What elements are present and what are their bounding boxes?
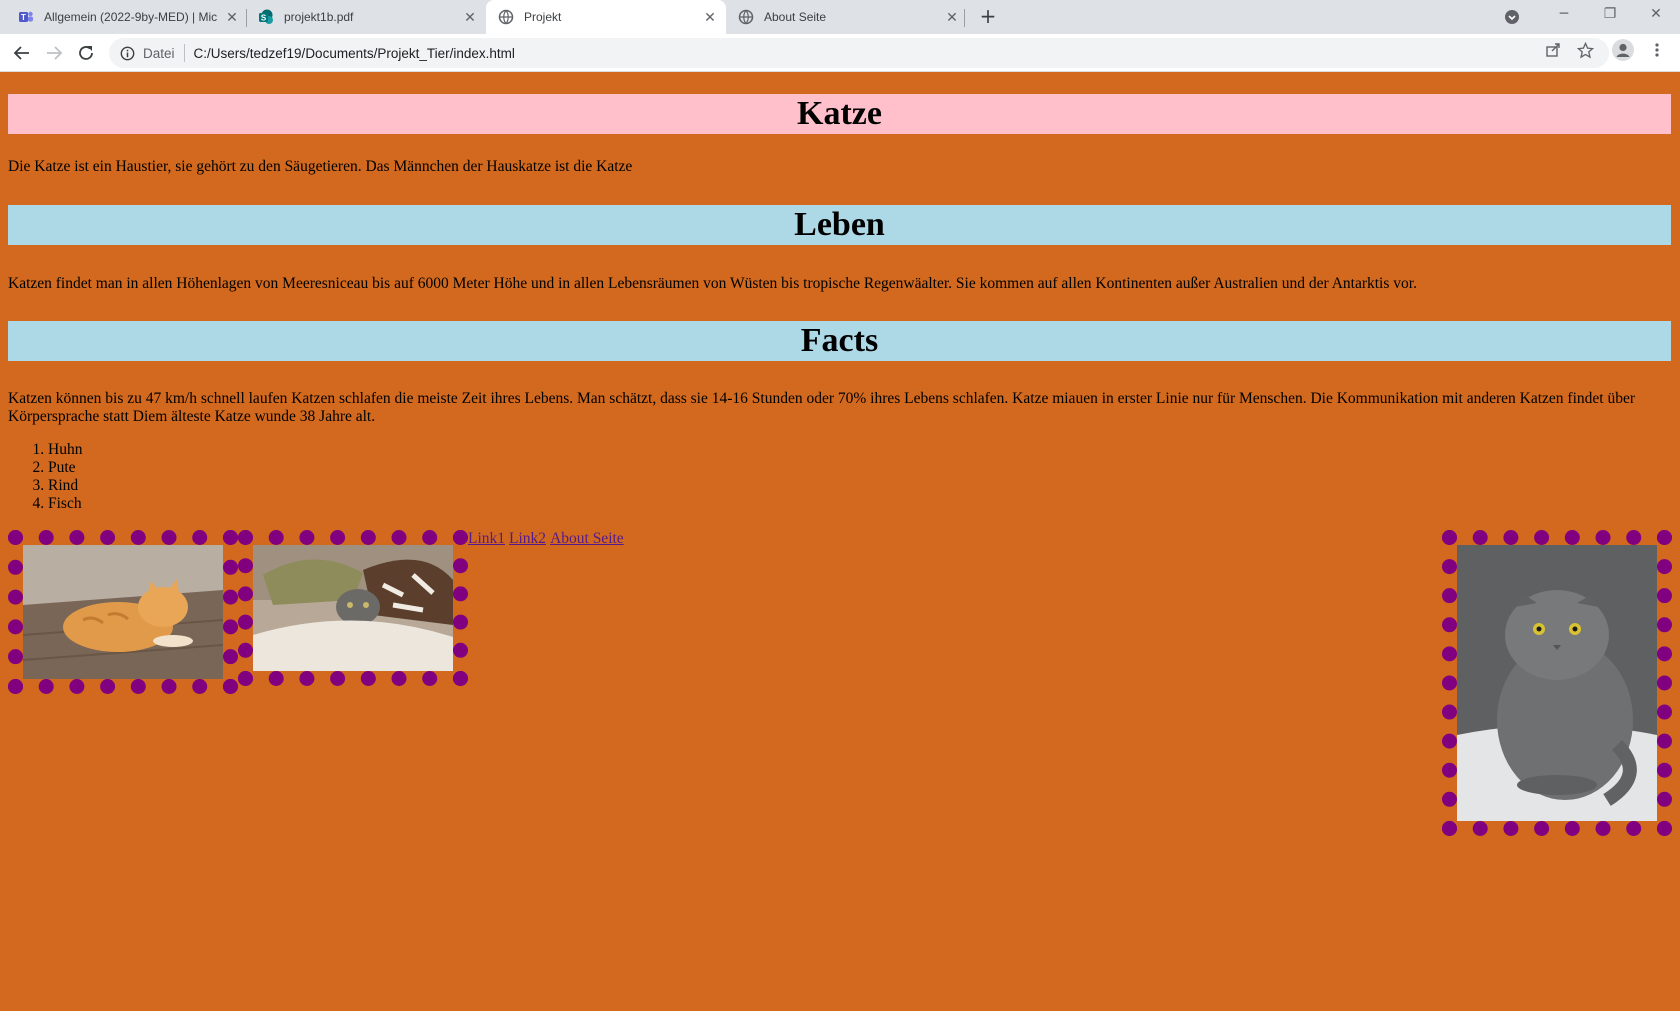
new-tab-button[interactable]: + [977,6,999,28]
tab-teams[interactable]: T Allgemein (2022-9by-MED) | Mic ✕ [18,0,240,34]
forward-arrow-icon [47,46,63,60]
grey-cat-image [1442,530,1672,836]
url-text[interactable]: C:/Users/tedzef19/Documents/Projekt_Tier… [194,46,515,61]
tab-title: Allgemein (2022-9by-MED) | Mic [44,10,218,24]
list-item: Rind [48,477,82,495]
svg-text:T: T [21,13,26,22]
close-window-button[interactable]: ✕ [1633,0,1679,30]
globe-icon [738,9,754,25]
globe-icon [498,9,514,25]
menu-kebab-icon[interactable] [1648,41,1666,59]
teams-icon: T [18,9,34,25]
paragraph-leben: Katzen findet man in allen Höhenlagen vo… [8,275,1417,292]
bookmark-star-icon[interactable] [1576,41,1594,59]
about-seite-link[interactable]: About Seite [550,530,624,547]
web-page: Katze Die Katze ist ein Haustier, sie ge… [0,72,1680,1011]
info-icon[interactable] [119,45,135,61]
close-icon[interactable]: ✕ [702,9,718,25]
sharepoint-icon: S [258,9,274,25]
tab-separator [964,9,965,27]
list-item: Fisch [48,495,82,513]
orange-cat-image [8,530,238,694]
tab-pdf[interactable]: S projekt1b.pdf ✕ [258,0,478,34]
list-item: Huhn [48,441,82,459]
ordered-list: Huhn Pute Rind Fisch [8,441,82,513]
reload-button[interactable] [75,42,97,64]
file-scheme-label: Datei [143,45,175,61]
tab-title: Projekt [524,10,562,24]
close-icon[interactable]: ✕ [224,9,240,25]
paragraph-katze: Die Katze ist ein Haustier, sie gehört z… [8,158,633,175]
paragraph-facts: Katzen können bis zu 47 km/h schnell lau… [8,390,1635,425]
link1-link[interactable]: Link1 [468,530,505,547]
heading-facts: Facts [8,321,1671,361]
close-icon[interactable]: ✕ [462,9,478,25]
back-button[interactable] [11,42,33,64]
tab-search-button[interactable] [1497,2,1527,32]
share-icon[interactable] [1544,41,1562,59]
svg-text:S: S [261,14,267,23]
tab-projekt[interactable]: Projekt ✕ [486,0,726,34]
tab-title: projekt1b.pdf [284,10,354,24]
list-item: Pute [48,459,82,477]
reload-icon [79,46,93,60]
browser-toolbar: Datei C:/Users/tedzef19/Documents/Projek… [0,34,1680,72]
link2-link[interactable]: Link2 [509,530,546,547]
heading-leben: Leben [8,205,1671,245]
back-arrow-icon [13,46,29,60]
forward-button[interactable] [43,42,65,64]
tab-title: About Seite [764,10,827,24]
close-icon[interactable]: ✕ [944,9,960,25]
link-bar: Link1 Link2 About Seite [468,530,628,548]
restore-button[interactable]: ❐ [1587,0,1633,30]
tab-separator [246,9,247,27]
address-bar[interactable]: Datei C:/Users/tedzef19/Documents/Projek… [109,38,1609,68]
tab-strip: T Allgemein (2022-9by-MED) | Mic ✕ S pro… [0,0,1680,34]
minimize-button[interactable]: ─ [1541,0,1587,30]
heading-katze: Katze [8,94,1671,134]
omnibox-divider [183,44,185,62]
profile-avatar-icon[interactable] [1612,39,1634,61]
cat-under-blanket-image [238,530,468,686]
tab-about[interactable]: About Seite ✕ [738,0,960,34]
